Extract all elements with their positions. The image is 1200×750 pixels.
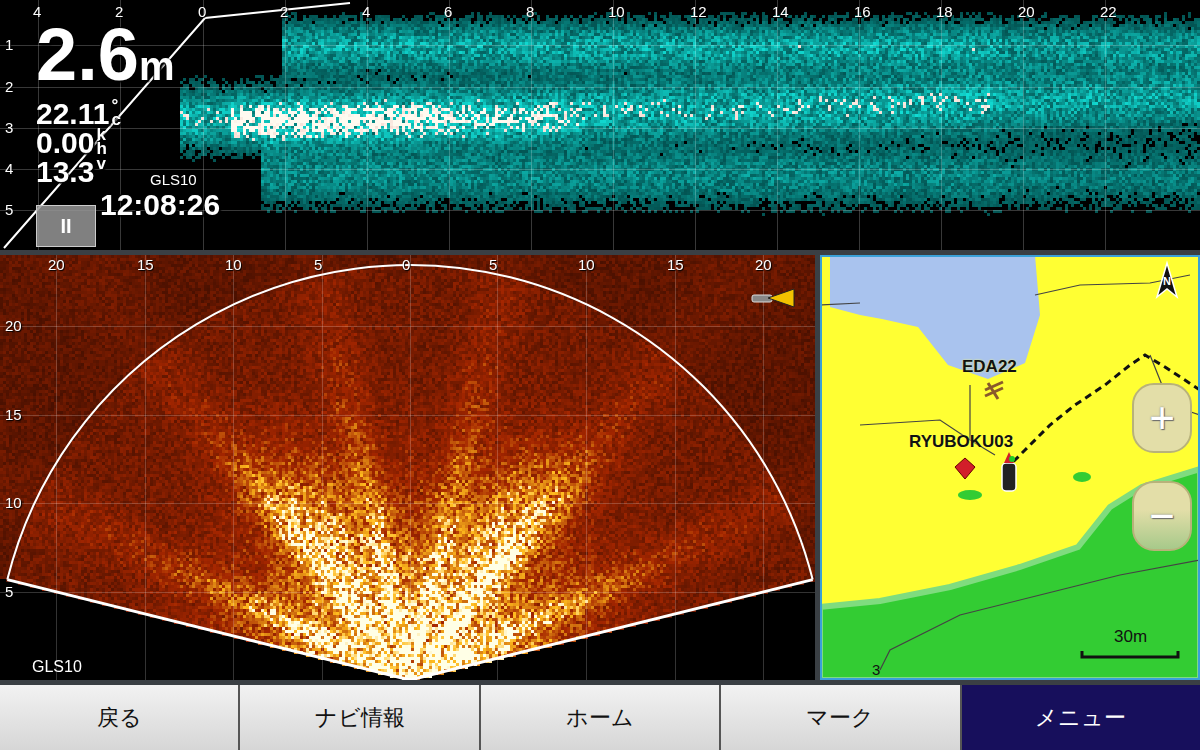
x-axis-tick: 20: [1018, 4, 1035, 20]
y-axis-tick: 3: [5, 120, 13, 136]
x-axis-tick: 15: [667, 257, 684, 273]
y-axis-tick: 20: [5, 318, 22, 334]
x-axis-tick: 0: [402, 257, 410, 273]
zoom-out-button[interactable]: −: [1132, 481, 1192, 551]
middle-row: 20 15 10 5 0 5 10 15 20 20 15 10 5 GLS10 N EDA22 RYUBOKU…: [0, 255, 1200, 680]
zoom-in-button[interactable]: +: [1132, 383, 1192, 453]
depth-unit: m: [139, 44, 175, 88]
voltage-readout-value: 13.3: [36, 155, 94, 188]
map-scale: 30m: [1114, 627, 1147, 647]
time-readout: 12:08:26: [100, 190, 220, 220]
x-axis-tick: 2: [280, 4, 288, 20]
water-temp-readout-unit: °c: [111, 99, 120, 127]
softkey-button[interactable]: ホーム: [481, 685, 719, 750]
x-axis-tick: 14: [772, 4, 789, 20]
x-axis-tick: 20: [755, 257, 772, 273]
y-axis-tick: 2: [5, 79, 13, 95]
north-arrow-icon: [1157, 263, 1177, 297]
transducer-label: GLS10: [32, 659, 82, 675]
unit-part: v: [96, 157, 105, 171]
waypoint-marker-icon[interactable]: [955, 458, 975, 479]
unit-part: k: [96, 128, 106, 142]
y-axis-tick: 1: [5, 37, 13, 53]
waypoint-label[interactable]: EDA22: [962, 357, 1017, 377]
map-panel[interactable]: N EDA22 RYUBOKU03 + − 30m 3: [820, 255, 1200, 680]
y-axis-tick: 10: [5, 495, 22, 511]
softkey-button[interactable]: 戻る: [0, 685, 238, 750]
pause-button[interactable]: II: [36, 205, 96, 247]
water-temp-readout: 22.11°c: [36, 99, 121, 129]
x-axis-tick: 8: [526, 4, 534, 20]
speed-readout: 0.00kh: [36, 128, 107, 158]
speed-readout-unit: kh: [96, 128, 106, 156]
x-axis-tick: 5: [314, 257, 322, 273]
y-axis-tick: 15: [5, 407, 22, 423]
voltage-readout: 13.3v: [36, 157, 106, 187]
unit-part: c: [111, 113, 120, 127]
forward-view-panel: 20 15 10 5 0 5 10 15 20 20 15 10 5 GLS10: [0, 255, 815, 680]
x-axis-tick: 22: [1100, 4, 1117, 20]
waypoint-eda22-icon[interactable]: [985, 382, 1003, 399]
unit-part: °: [111, 99, 120, 113]
softkey-button[interactable]: ナビ情報: [240, 685, 478, 750]
chart-map: [820, 255, 1200, 680]
x-axis-tick: 4: [362, 4, 370, 20]
x-axis-tick: 10: [578, 257, 595, 273]
x-axis-tick: 5: [489, 257, 497, 273]
softkey-button[interactable]: メニュー: [962, 685, 1200, 750]
contour-label: 3: [872, 661, 880, 678]
depth-value: 2.6: [36, 13, 139, 96]
sonar-fan-image: [0, 255, 815, 680]
y-axis-tick: 5: [5, 202, 13, 218]
x-axis-tick: 10: [608, 4, 625, 20]
x-axis-tick: 10: [225, 257, 242, 273]
softkey-bar: 戻るナビ情報ホームマークメニュー: [0, 685, 1200, 750]
x-axis-tick: 16: [854, 4, 871, 20]
down-view-panel: 420246810121416182022123452.6m22.11°c0.0…: [0, 0, 1200, 250]
transducer-icon: [750, 287, 796, 309]
boat-icon: [1002, 452, 1016, 491]
water-temp-readout-value: 22.11: [36, 97, 109, 130]
x-axis-tick: 6: [444, 4, 452, 20]
x-axis-tick: 15: [137, 257, 154, 273]
voltage-readout-unit: v: [96, 157, 105, 171]
waypoint-label[interactable]: RYUBOKU03: [909, 432, 1013, 452]
speed-readout-value: 0.00: [36, 126, 94, 159]
x-axis-tick: 20: [48, 257, 65, 273]
depth-readout: 2.6m: [36, 18, 174, 92]
x-axis-tick: 18: [936, 4, 953, 20]
unit-part: h: [96, 142, 106, 156]
x-axis-tick: 0: [198, 4, 206, 20]
transducer-label: GLS10: [150, 172, 197, 187]
softkey-button[interactable]: マーク: [721, 685, 959, 750]
north-label: N: [1163, 275, 1171, 287]
y-axis-tick: 5: [5, 584, 13, 600]
y-axis-tick: 4: [5, 161, 13, 177]
x-axis-tick: 12: [690, 4, 707, 20]
